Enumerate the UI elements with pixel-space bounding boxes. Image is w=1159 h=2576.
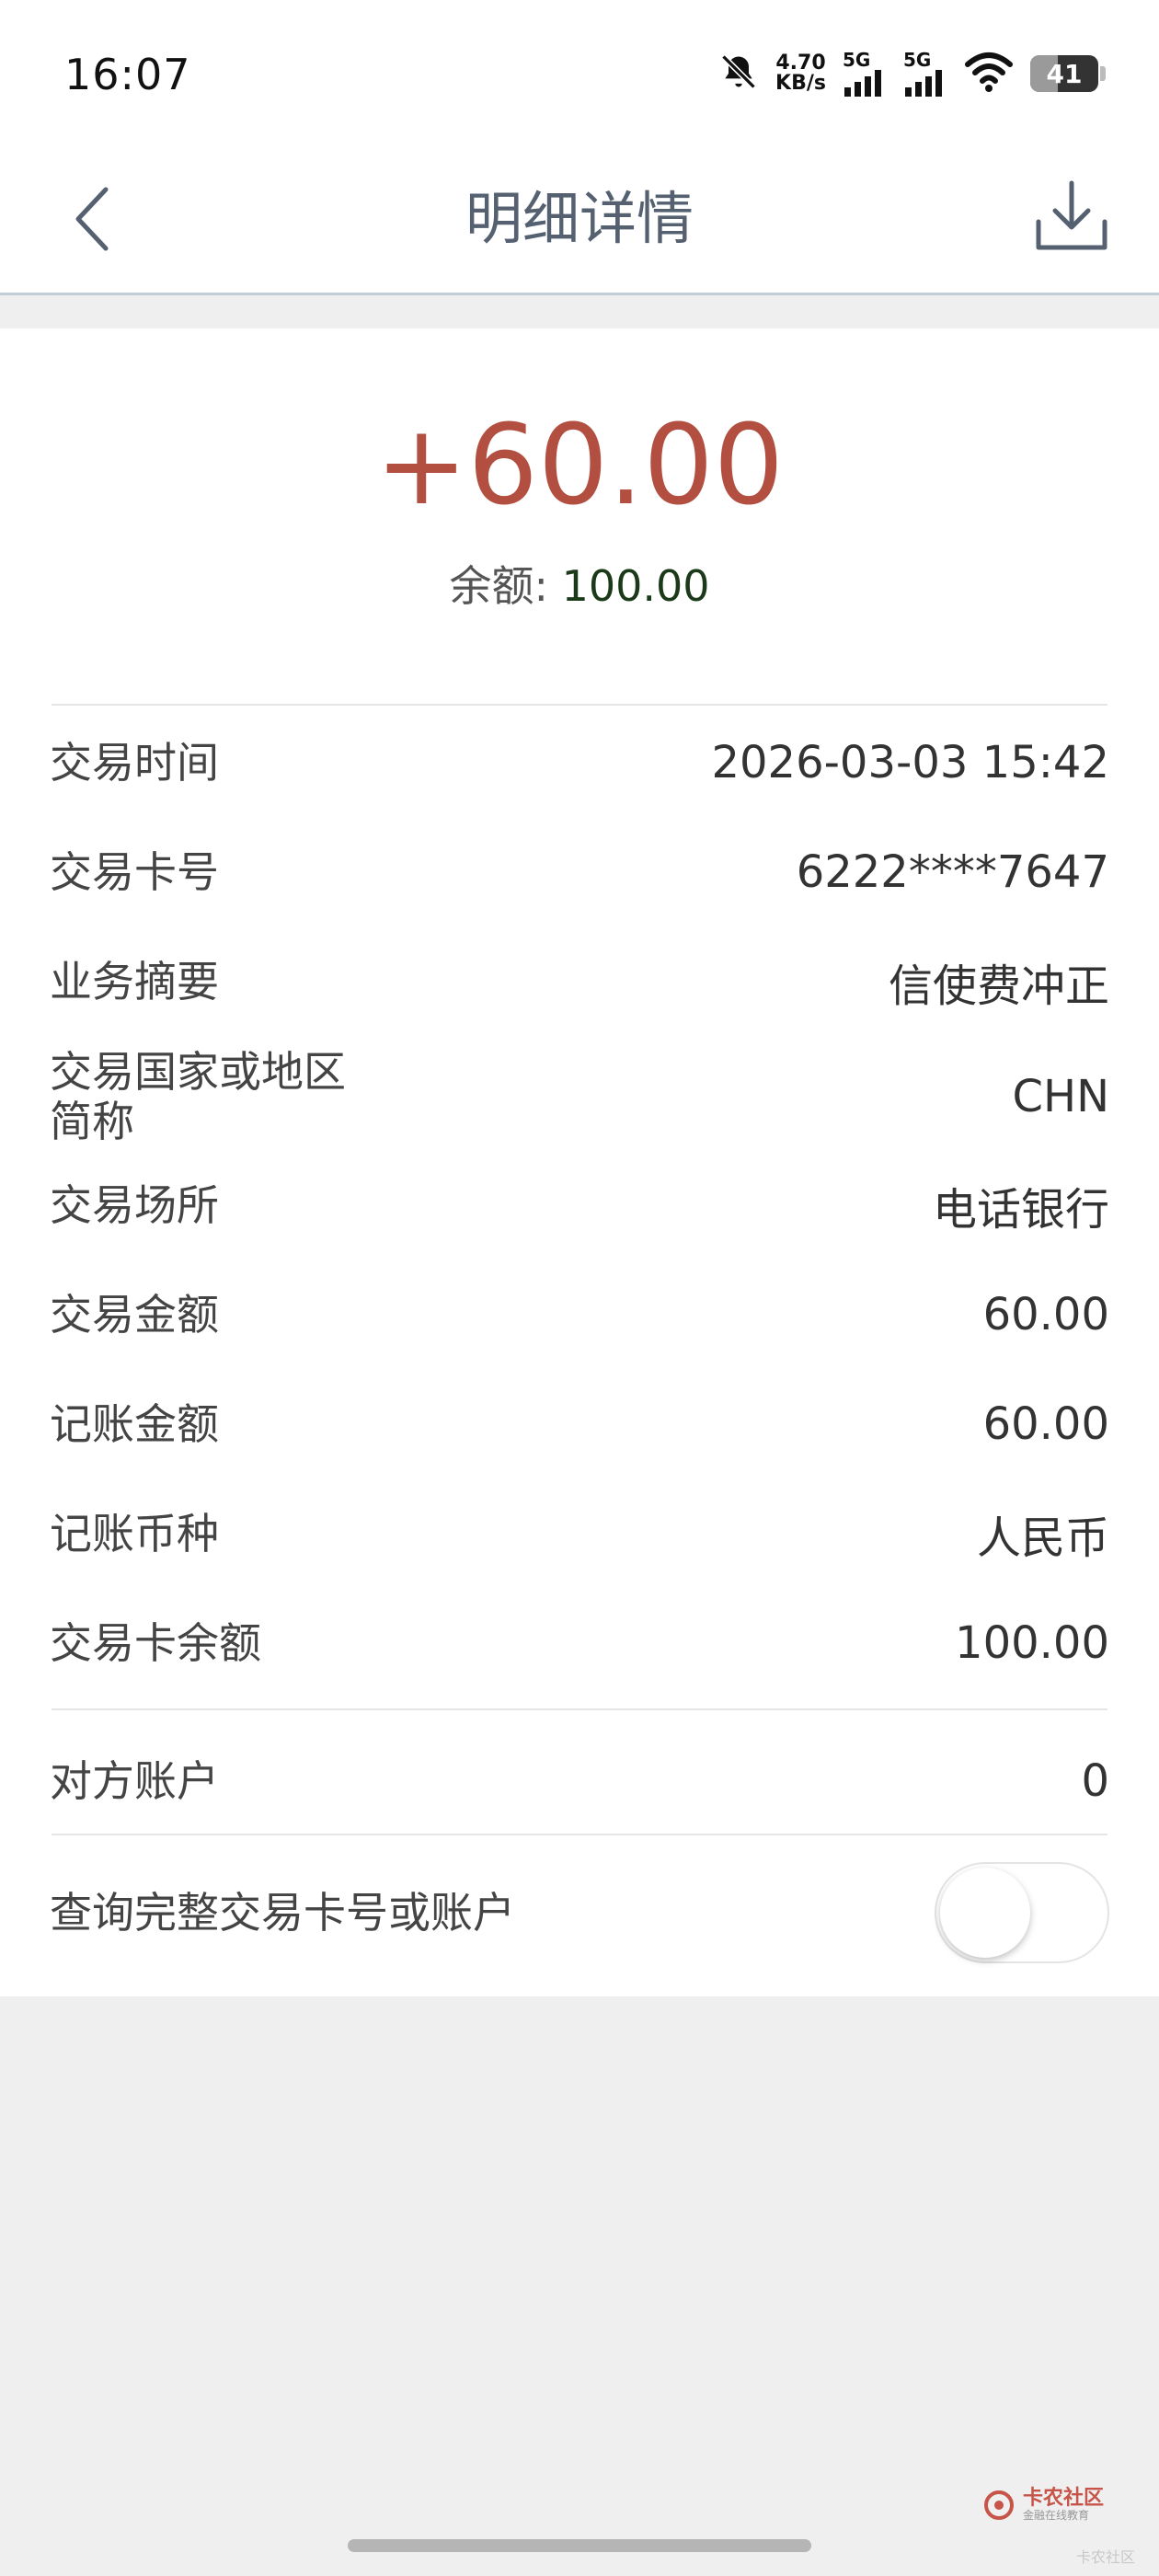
detail-row-counterparty: 对方账户 0 [50,1740,1109,1823]
divider [52,1708,1107,1710]
toggle-knob [940,1868,1030,1958]
detail-row-location: 交易场所 电话银行 [50,1164,1109,1247]
detail-value: 6222****7647 [796,846,1109,898]
detail-row-currency: 记账币种 人民币 [50,1492,1109,1575]
detail-value: 信使费冲正 [888,960,1109,1012]
detail-label: 交易金额 [50,1290,219,1340]
detail-value: 60.00 [982,1289,1109,1340]
detail-value: 100.00 [955,1617,1109,1669]
detail-row-posted-amount: 记账金额 60.00 [50,1383,1109,1466]
status-time: 16:07 [64,50,191,99]
sim1-network-label: 5G [843,49,871,71]
balance-line: 余额: 100.00 [0,558,1159,614]
watermark-logo-icon [983,2490,1014,2520]
balance-value: 100.00 [561,561,710,611]
battery-tip [1100,66,1106,81]
detail-value: CHN [1012,1071,1109,1122]
page-title: 明细详情 [465,185,694,252]
battery-level: 41 [1046,58,1083,89]
detail-label: 交易卡号 [50,847,219,897]
detail-row-card-balance: 交易卡余额 100.00 [50,1602,1109,1685]
battery-icon: 41 [1030,55,1098,92]
page: 16:07 4.70 KB/s 5G 5G 41 明细详情 +60.00 余额:… [0,0,1159,2576]
status-icons: 4.70 KB/s 5G 5G 41 [718,46,1106,101]
balance-label: 余额: [449,561,548,611]
detail-label: 记账金额 [50,1399,219,1449]
home-indicator[interactable] [348,2539,811,2552]
signal-bars-icon [905,70,942,97]
detail-value: 人民币 [976,1512,1109,1564]
detail-label: 业务摘要 [50,957,219,1006]
transaction-detail-card: +60.00 余额: 100.00 交易时间 2026-03-03 15:42 … [0,328,1159,1996]
detail-label: 记账币种 [50,1509,219,1558]
sim2-signal: 5G [903,51,947,97]
counterparty-value: 0 [1081,1755,1109,1807]
detail-row-country-region: 交易国家或地区简称 CHN [50,1037,1109,1156]
watermark-corner: 卡农社区 [1075,2548,1135,2566]
transaction-amount: +60.00 [374,402,785,530]
detail-value: 2026-03-03 15:42 [711,737,1109,788]
signal-bars-icon [844,70,881,97]
detail-row-card-number: 交易卡号 6222****7647 [50,831,1109,914]
wifi-icon [964,52,1014,96]
watermark-text: 卡农社区 金融在线教育 [1022,2487,1104,2523]
detail-row-summary: 业务摘要 信使费冲正 [50,940,1109,1023]
status-bar: 16:07 4.70 KB/s 5G 5G 41 [0,0,1159,155]
divider [52,1834,1107,1835]
full-number-toggle-label: 查询完整交易卡号或账户 [50,1888,515,1938]
download-icon [1036,180,1107,250]
full-number-toggle[interactable] [935,1862,1109,1963]
detail-value: 电话银行 [932,1184,1109,1236]
detail-value: 60.00 [982,1398,1109,1450]
detail-row-transaction-time: 交易时间 2026-03-03 15:42 [50,721,1109,804]
sim1-signal: 5G [843,51,887,97]
counterparty-label: 对方账户 [50,1756,219,1806]
watermark-main: 卡农社区 [1022,2487,1104,2510]
sim2-network-label: 5G [903,49,932,71]
net-speed-value: 4.70 [775,52,826,75]
divider [52,704,1107,706]
section-gap [0,295,1159,328]
detail-label: 交易时间 [50,738,219,788]
detail-row-transaction-amount: 交易金额 60.00 [50,1273,1109,1356]
detail-label: 交易国家或地区简称 [50,1047,346,1146]
download-button[interactable] [1030,175,1113,258]
detail-label: 交易场所 [50,1180,219,1230]
full-number-toggle-row: 查询完整交易卡号或账户 [50,1862,1109,1963]
watermark: 卡农社区 金融在线教育 [982,2489,1104,2522]
mute-bell-icon [718,52,759,96]
watermark-sub: 金融在线教育 [1022,2509,1089,2522]
detail-label: 交易卡余额 [50,1618,261,1668]
nav-bar: 明细详情 [0,155,1159,295]
net-speed: 4.70 KB/s [775,53,826,94]
net-speed-unit: KB/s [775,72,826,95]
